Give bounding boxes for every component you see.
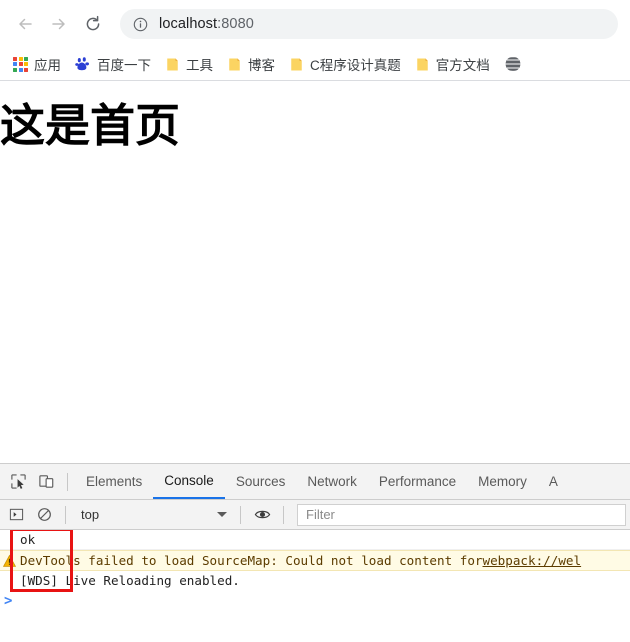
console-toolbar-divider-3	[283, 505, 284, 524]
console-sidebar-icon	[9, 508, 23, 521]
console-message-text: DevTools failed to load SourceMap: Could…	[20, 553, 483, 568]
page-viewport: 这是首页	[0, 81, 630, 463]
address-bar[interactable]: localhost:8080	[120, 9, 618, 39]
console-message-log[interactable]: ok	[0, 530, 630, 550]
forward-arrow-icon	[52, 18, 65, 30]
bookmark-baidu[interactable]: 百度一下	[68, 52, 158, 77]
prompt-arrow-icon: >	[4, 593, 13, 609]
devtools-tabbar: Elements Console Sources Network Perform…	[0, 464, 630, 500]
bookmark-label: 博客	[248, 58, 275, 73]
console-message-text: [WDS] Live Reloading enabled.	[20, 573, 240, 588]
bookmark-globe[interactable]	[497, 52, 535, 77]
tab-network[interactable]: Network	[296, 464, 368, 499]
clear-console-button[interactable]	[30, 501, 58, 529]
console-toolbar-divider	[65, 505, 66, 524]
device-toolbar-button[interactable]	[32, 468, 60, 496]
tab-sources[interactable]: Sources	[225, 464, 297, 499]
folder-icon	[417, 58, 428, 70]
forward-button[interactable]	[42, 7, 76, 41]
folder-icon	[229, 58, 240, 70]
console-prompt[interactable]: >	[0, 590, 630, 614]
console-toolbar-divider-2	[240, 505, 241, 524]
live-expression-button[interactable]	[248, 501, 276, 529]
toolbar-divider	[67, 472, 68, 491]
console-message-warning[interactable]: DevTools failed to load SourceMap: Could…	[0, 550, 630, 571]
bookmark-folder-official-docs[interactable]: 官方文档	[408, 52, 497, 77]
tab-application[interactable]: A	[538, 464, 569, 499]
bookmark-apps[interactable]: 应用	[6, 52, 68, 77]
bookmark-folder-tools[interactable]: 工具	[158, 52, 220, 77]
page-title: 这是首页	[0, 100, 181, 151]
url-port: :8080	[217, 16, 254, 32]
bookmark-label: 百度一下	[97, 58, 151, 73]
console-message-text: ok	[20, 532, 36, 547]
device-toolbar-icon	[38, 475, 53, 488]
chevron-down-icon	[217, 512, 227, 517]
devtools-panel: Elements Console Sources Network Perform…	[0, 463, 630, 641]
back-button[interactable]	[8, 7, 42, 41]
bookmark-label: 工具	[186, 58, 213, 73]
browser-toolbar: localhost:8080	[0, 0, 630, 48]
console-output: ok DevTools failed to load SourceMap: Co…	[0, 530, 630, 641]
inspect-element-icon	[10, 474, 26, 489]
globe-icon	[503, 56, 522, 72]
live-expression-eye-icon	[254, 510, 270, 519]
tab-performance[interactable]: Performance	[368, 464, 467, 499]
inspect-element-button[interactable]	[4, 468, 32, 496]
bookmark-folder-blog[interactable]: 博客	[220, 52, 282, 77]
back-arrow-icon	[19, 18, 32, 30]
folder-icon	[291, 58, 302, 70]
reload-icon	[86, 15, 100, 31]
tab-console[interactable]: Console	[153, 464, 225, 499]
info-circle-icon[interactable]	[132, 16, 149, 33]
url-text: localhost:8080	[159, 16, 254, 32]
console-sidebar-button[interactable]	[2, 501, 30, 529]
bookmark-label: 官方文档	[435, 58, 490, 73]
apps-grid-icon	[13, 56, 28, 72]
execution-context-dropdown[interactable]: top	[73, 504, 233, 526]
folder-icon	[167, 58, 178, 70]
bookmark-label: C程序设计真题	[310, 58, 401, 73]
bookmarks-bar: 应用 百度一下 工具 博客 C程序设计真题 官方文档	[0, 48, 630, 81]
url-host: localhost	[159, 16, 218, 32]
tab-memory[interactable]: Memory	[467, 464, 538, 499]
warning-triangle-icon	[3, 554, 16, 567]
bookmark-label: 应用	[34, 58, 61, 73]
console-filter-input[interactable]: Filter	[297, 503, 626, 526]
tab-elements[interactable]: Elements	[75, 464, 153, 499]
console-message-info[interactable]: [WDS] Live Reloading enabled.	[0, 571, 630, 590]
reload-button[interactable]	[76, 7, 110, 41]
clear-console-icon	[37, 508, 51, 521]
console-toolbar: top Filter	[0, 500, 630, 530]
bookmark-folder-c-exam[interactable]: C程序设计真题	[282, 52, 408, 77]
execution-context-label: top	[81, 507, 100, 522]
baidu-paw-icon	[75, 57, 89, 71]
sourcemap-link[interactable]: webpack://wel	[483, 551, 582, 570]
